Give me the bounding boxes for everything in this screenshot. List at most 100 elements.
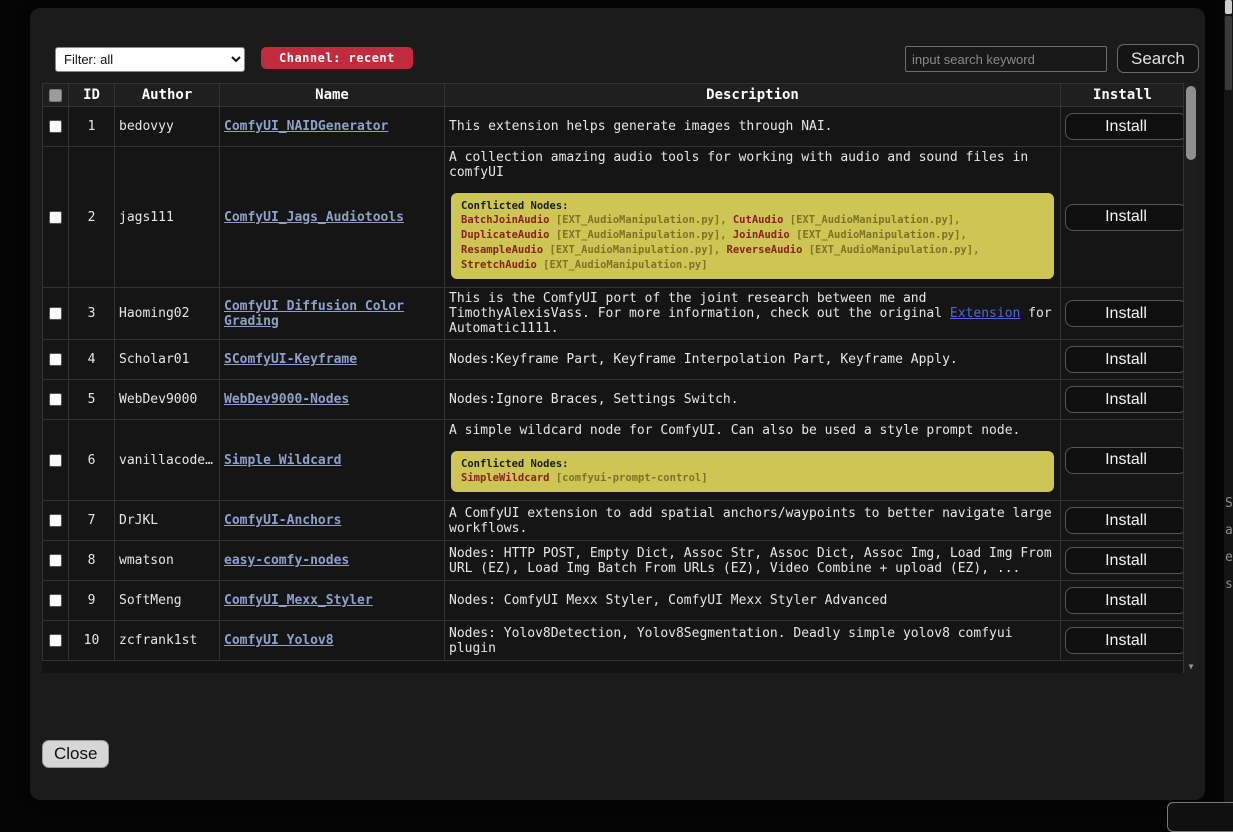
description-cell: Nodes: ComfyUI Mexx Styler, ComfyUI Mexx… xyxy=(445,581,1061,621)
row-checkbox[interactable] xyxy=(49,307,62,320)
conflict-node-name: JoinAudio xyxy=(733,229,790,241)
conflict-node-name: SimpleWildcard xyxy=(461,472,550,484)
install-button[interactable]: Install xyxy=(1065,204,1187,231)
conflict-label: Conflicted Nodes: xyxy=(461,200,1044,212)
conflict-node-source: [EXT_AudioManipulation.py] xyxy=(790,229,961,241)
conflict-box: Conflicted Nodes: BatchJoinAudio [EXT_Au… xyxy=(451,193,1054,279)
description-text: Nodes: ComfyUI Mexx Styler, ComfyUI Mexx… xyxy=(449,593,1056,608)
extension-name-link[interactable]: ComfyUI Yolov8 xyxy=(224,633,334,648)
description-link[interactable]: Extension xyxy=(950,306,1020,321)
description-text: Nodes:Keyframe Part, Keyframe Interpolat… xyxy=(449,352,1056,367)
extension-name-link[interactable]: easy-comfy-nodes xyxy=(224,553,349,568)
checkbox-cell xyxy=(43,147,69,288)
description-text: Nodes:Ignore Braces, Settings Switch. xyxy=(449,392,1056,407)
select-all-checkbox[interactable] xyxy=(49,89,62,102)
install-cell: Install xyxy=(1061,420,1185,501)
table-scrollbar[interactable]: ▼ xyxy=(1183,83,1198,673)
conflict-node-source: [EXT_AudioManipulation.py] xyxy=(783,214,954,226)
install-button[interactable]: Install xyxy=(1065,300,1187,327)
search-button[interactable]: Search xyxy=(1117,44,1199,73)
description-segment: Nodes:Keyframe Part, Keyframe Interpolat… xyxy=(449,352,958,367)
extension-name-link[interactable]: ComfyUI-Anchors xyxy=(224,513,341,528)
conflict-node-name: ResampleAudio xyxy=(461,244,543,256)
checkbox-cell xyxy=(43,107,69,147)
row-checkbox[interactable] xyxy=(49,594,62,607)
background-partial-button xyxy=(1167,802,1233,832)
extension-name-link[interactable]: ComfyUI_Jags_Audiotools xyxy=(224,210,404,225)
header-install: Install xyxy=(1061,84,1185,107)
name-cell: ComfyUI Yolov8 xyxy=(220,621,445,661)
extension-name-link[interactable]: Simple Wildcard xyxy=(224,453,341,468)
description-segment: Nodes:Ignore Braces, Settings Switch. xyxy=(449,392,739,407)
conflict-node-source: [comfyui-prompt-control] xyxy=(550,472,708,484)
checkbox-cell xyxy=(43,340,69,380)
table-row: 2 jags111 ComfyUI_Jags_Audiotools A coll… xyxy=(43,147,1185,288)
page-scrollbar[interactable] xyxy=(1224,0,1233,815)
row-checkbox[interactable] xyxy=(49,634,62,647)
close-button[interactable]: Close xyxy=(42,740,109,768)
row-checkbox[interactable] xyxy=(49,120,62,133)
page-scrollbar-thumb[interactable] xyxy=(1225,0,1232,14)
description-segment: Nodes: HTTP POST, Empty Dict, Assoc Str,… xyxy=(449,546,1052,576)
scrollbar-down-arrow-icon[interactable]: ▼ xyxy=(1184,663,1198,671)
description-cell: A collection amazing audio tools for wor… xyxy=(445,147,1061,288)
install-button[interactable]: Install xyxy=(1065,346,1187,373)
install-cell: Install xyxy=(1061,621,1185,661)
row-checkbox[interactable] xyxy=(49,514,62,527)
description-text: A ComfyUI extension to add spatial ancho… xyxy=(449,506,1056,536)
description-cell: A ComfyUI extension to add spatial ancho… xyxy=(445,501,1061,541)
description-cell: This extension helps generate images thr… xyxy=(445,107,1061,147)
background-letter: a xyxy=(1225,523,1233,550)
description-segment: A simple wildcard node for ComfyUI. Can … xyxy=(449,423,1020,438)
install-cell: Install xyxy=(1061,107,1185,147)
table-row: 3 Haoming02 ComfyUI Diffusion Color Grad… xyxy=(43,288,1185,340)
install-button[interactable]: Install xyxy=(1065,113,1187,140)
description-text: A simple wildcard node for ComfyUI. Can … xyxy=(449,423,1056,438)
author-cell: wmatson xyxy=(115,541,220,581)
select-all-header xyxy=(43,84,69,107)
extension-name-link[interactable]: ComfyUI_Mexx_Styler xyxy=(224,593,373,608)
conflict-node-source: [EXT_AudioManipulation.py] xyxy=(550,229,721,241)
author-cell: Haoming02 xyxy=(115,288,220,340)
install-button[interactable]: Install xyxy=(1065,507,1187,534)
row-checkbox[interactable] xyxy=(49,454,62,467)
search-input[interactable] xyxy=(905,46,1107,72)
install-cell: Install xyxy=(1061,288,1185,340)
conflict-node-source: [EXT_AudioManipulation.py] xyxy=(537,259,708,271)
table-header-row: ID Author Name Description Install xyxy=(43,84,1185,107)
filter-select[interactable]: Filter: all xyxy=(55,47,245,72)
name-cell: SComfyUI-Keyframe xyxy=(220,340,445,380)
extensions-table: ID Author Name Description Install 1 bed… xyxy=(42,83,1185,661)
install-cell: Install xyxy=(1061,501,1185,541)
author-cell: DrJKL xyxy=(115,501,220,541)
row-checkbox[interactable] xyxy=(49,211,62,224)
install-cell: Install xyxy=(1061,581,1185,621)
checkbox-cell xyxy=(43,288,69,340)
conflict-node-name: CutAudio xyxy=(733,214,784,226)
install-button[interactable]: Install xyxy=(1065,386,1187,413)
install-button[interactable]: Install xyxy=(1065,587,1187,614)
extensions-table-wrapper: ID Author Name Description Install 1 bed… xyxy=(42,83,1198,673)
extension-name-link[interactable]: WebDev9000-Nodes xyxy=(224,392,349,407)
description-cell: Nodes: HTTP POST, Empty Dict, Assoc Str,… xyxy=(445,541,1061,581)
checkbox-cell xyxy=(43,380,69,420)
table-scrollbar-thumb[interactable] xyxy=(1186,86,1196,160)
background-letter: s xyxy=(1225,577,1233,604)
install-button[interactable]: Install xyxy=(1065,547,1187,574)
extension-name-link[interactable]: ComfyUI Diffusion Color Grading xyxy=(224,299,404,329)
author-cell: bedovyy xyxy=(115,107,220,147)
extension-name-link[interactable]: ComfyUI_NAIDGenerator xyxy=(224,119,388,134)
extension-name-link[interactable]: SComfyUI-Keyframe xyxy=(224,352,357,367)
channel-button[interactable]: Channel: recent xyxy=(261,47,413,69)
name-cell: ComfyUI_Jags_Audiotools xyxy=(220,147,445,288)
install-button[interactable]: Install xyxy=(1065,447,1187,474)
checkbox-cell xyxy=(43,621,69,661)
table-row: 10 zcfrank1st ComfyUI Yolov8 Nodes: Yolo… xyxy=(43,621,1185,661)
row-checkbox[interactable] xyxy=(49,554,62,567)
row-checkbox[interactable] xyxy=(49,353,62,366)
description-segment: This extension helps generate images thr… xyxy=(449,119,833,134)
author-cell: WebDev9000 xyxy=(115,380,220,420)
row-checkbox[interactable] xyxy=(49,393,62,406)
install-button[interactable]: Install xyxy=(1065,627,1187,654)
row-id: 6 xyxy=(69,420,115,501)
